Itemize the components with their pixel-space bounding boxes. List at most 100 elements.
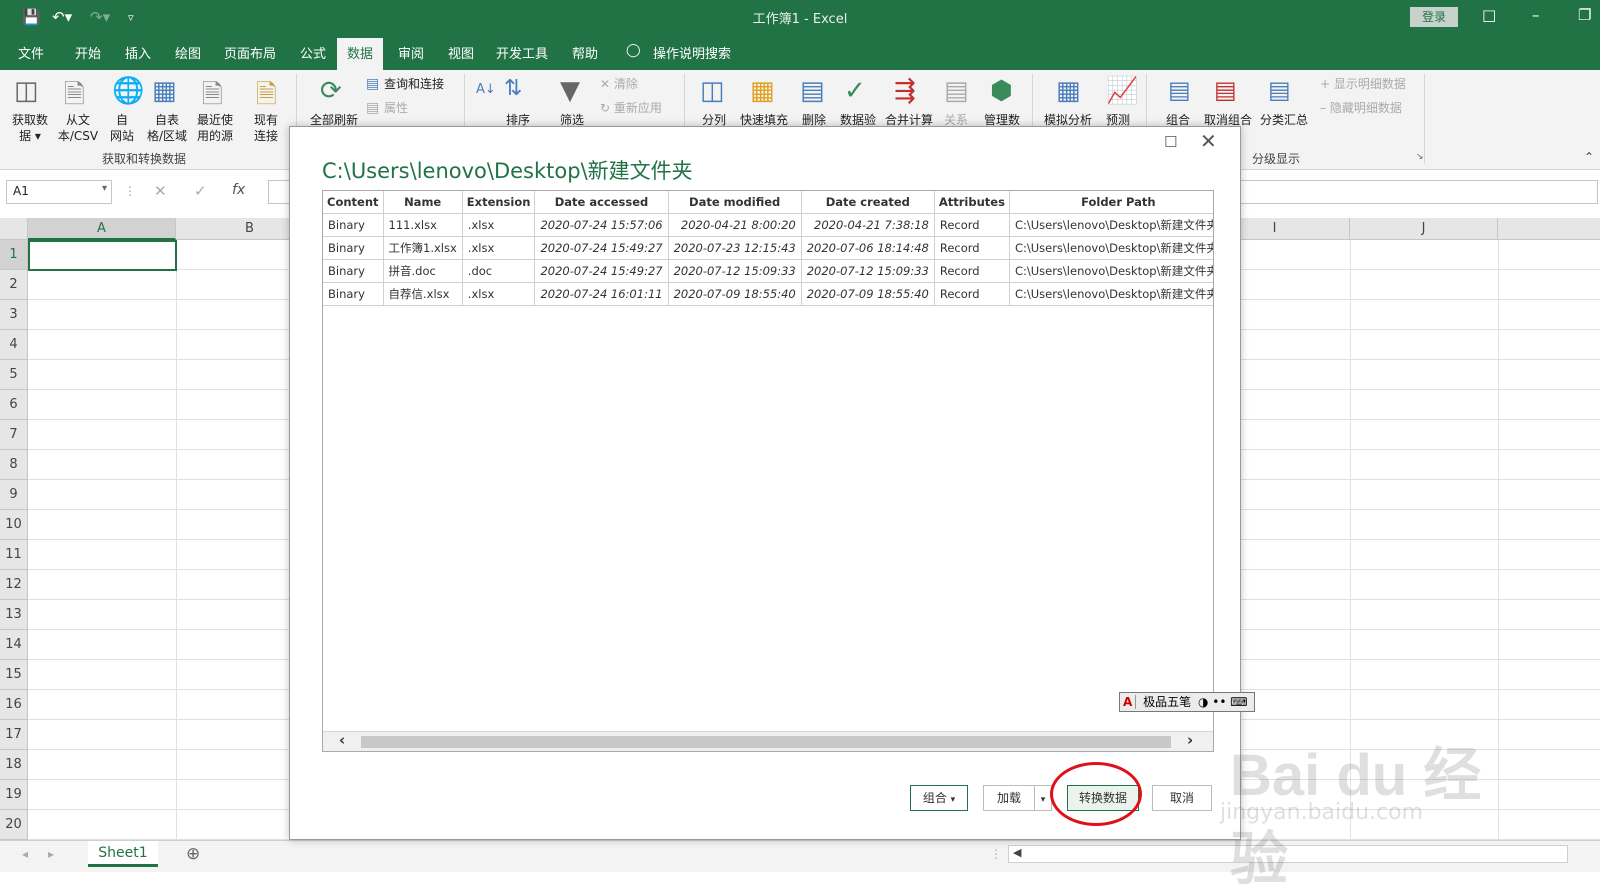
- scroll-left-icon[interactable]: ◀: [1013, 846, 1021, 859]
- tab-view[interactable]: 视图: [448, 43, 474, 62]
- prev-sheet-icon[interactable]: ◂: [22, 847, 28, 861]
- row-header[interactable]: 20: [0, 810, 28, 840]
- table-cell[interactable]: 2020-04-21 8:00:20: [668, 213, 802, 237]
- name-box[interactable]: A1 ▾: [6, 180, 112, 204]
- table-cell[interactable]: Record: [934, 282, 1010, 306]
- show-detail-button[interactable]: + 显示明细数据: [1320, 76, 1406, 92]
- column-header[interactable]: A: [28, 218, 176, 240]
- table-cell[interactable]: .xlsx: [462, 213, 536, 237]
- clear-filter-button[interactable]: ✕ 清除: [600, 76, 638, 92]
- dialog-launcher-icon[interactable]: ↘: [1416, 152, 1424, 162]
- row-header[interactable]: 15: [0, 660, 28, 690]
- table-cell[interactable]: 自荐信.xlsx: [383, 282, 463, 306]
- tab-draw[interactable]: 绘图: [175, 43, 201, 62]
- row-header[interactable]: 19: [0, 780, 28, 810]
- table-cell[interactable]: .xlsx: [462, 236, 536, 260]
- table-cell[interactable]: 2020-07-24 16:01:11: [534, 282, 669, 306]
- tab-data[interactable]: 数据: [337, 38, 384, 70]
- sort-az-icon[interactable]: A↓: [476, 82, 496, 97]
- column-header[interactable]: [1498, 218, 1600, 240]
- lightbulb-icon[interactable]: ◯: [626, 43, 641, 58]
- preview-table-container[interactable]: Content Name Extension Date accessed Dat…: [322, 190, 1214, 752]
- properties-button[interactable]: 属性: [384, 100, 408, 116]
- table-cell[interactable]: C:\Users\lenovo\Desktop\新建文件夹\: [1009, 213, 1213, 237]
- table-cell[interactable]: Binary: [323, 259, 384, 283]
- table-cell[interactable]: 2020-07-24 15:49:27: [534, 259, 669, 283]
- row-header[interactable]: 8: [0, 450, 28, 480]
- column-header[interactable]: J: [1350, 218, 1498, 240]
- ribbon-display-icon[interactable]: □: [1482, 6, 1496, 24]
- scroll-right-icon[interactable]: ›: [1187, 731, 1193, 749]
- table-cell[interactable]: C:\Users\lenovo\Desktop\新建文件夹\: [1009, 236, 1213, 260]
- selected-cell-a1[interactable]: [28, 240, 177, 271]
- table-cell[interactable]: Binary: [323, 282, 384, 306]
- row-header[interactable]: 13: [0, 600, 28, 630]
- scroll-thumb[interactable]: [361, 736, 1171, 748]
- close-icon[interactable]: ✕: [1200, 129, 1217, 153]
- row-header[interactable]: 14: [0, 630, 28, 660]
- sheet-tab-sheet1[interactable]: Sheet1: [88, 841, 158, 867]
- from-text-button[interactable]: 从文 本/CSV: [52, 112, 104, 144]
- tab-file[interactable]: 文件: [18, 43, 44, 62]
- recent-sources-button[interactable]: 最近使 用的源: [192, 112, 238, 144]
- table-cell[interactable]: Record: [934, 236, 1010, 260]
- table-cell[interactable]: 工作簿1.xlsx: [383, 236, 463, 260]
- table-cell[interactable]: C:\Users\lenovo\Desktop\新建文件夹\: [1009, 259, 1213, 283]
- ime-logo-icon[interactable]: A: [1120, 695, 1137, 709]
- table-cell[interactable]: 2020-07-24 15:49:27: [534, 236, 669, 260]
- collapse-ribbon-icon[interactable]: ⌃: [1584, 150, 1594, 164]
- table-row[interactable]: Binary 111.xlsx .xlsx 2020-07-24 15:57:06 20…: [323, 213, 1213, 237]
- reapply-button[interactable]: ↻ 重新应用: [600, 100, 662, 116]
- ime-name[interactable]: 极品五笔: [1140, 695, 1194, 709]
- table-cell[interactable]: 2020-07-06 18:14:48: [801, 236, 935, 260]
- table-cell[interactable]: 拼音.doc: [383, 259, 463, 283]
- table-cell[interactable]: 2020-07-09 18:55:40: [668, 282, 802, 306]
- row-header[interactable]: 5: [0, 360, 28, 390]
- table-row[interactable]: Binary 自荐信.xlsx .xlsx 2020-07-24 16:01:11 20…: [323, 282, 1213, 306]
- get-data-button[interactable]: 获取数 据 ▾: [8, 112, 52, 144]
- table-cell[interactable]: 111.xlsx: [383, 213, 463, 237]
- row-header[interactable]: 7: [0, 420, 28, 450]
- row-header[interactable]: 3: [0, 300, 28, 330]
- row-header[interactable]: 18: [0, 750, 28, 780]
- load-dropdown-button[interactable]: ▾: [1034, 785, 1052, 811]
- cancel-entry-icon[interactable]: ✕: [154, 182, 167, 200]
- table-cell[interactable]: 2020-07-12 15:09:33: [801, 259, 935, 283]
- tab-review[interactable]: 审阅: [398, 43, 424, 62]
- row-header[interactable]: 12: [0, 570, 28, 600]
- scroll-left-icon[interactable]: ‹: [339, 731, 345, 749]
- table-row[interactable]: Binary 拼音.doc .doc 2020-07-24 15:49:27 2020-…: [323, 259, 1213, 283]
- table-cell[interactable]: 2020-04-21 7:38:18: [801, 213, 935, 237]
- table-row[interactable]: Binary 工作簿1.xlsx .xlsx 2020-07-24 15:49:27 2…: [323, 236, 1213, 260]
- table-cell[interactable]: .xlsx: [462, 282, 536, 306]
- row-header[interactable]: 9: [0, 480, 28, 510]
- insert-function-icon[interactable]: fx: [232, 182, 245, 198]
- combine-button[interactable]: 组合 ▾: [910, 785, 968, 811]
- maximize-icon[interactable]: ☐: [1164, 133, 1177, 151]
- tab-home[interactable]: 开始: [75, 43, 101, 62]
- table-cell[interactable]: 2020-07-09 18:55:40: [801, 282, 935, 306]
- tab-insert[interactable]: 插入: [125, 43, 151, 62]
- tab-formulas[interactable]: 公式: [300, 43, 326, 62]
- minimize-icon[interactable]: –: [1532, 6, 1540, 24]
- row-header[interactable]: 17: [0, 720, 28, 750]
- enter-entry-icon[interactable]: ✓: [194, 182, 207, 200]
- table-cell[interactable]: 2020-07-12 15:09:33: [668, 259, 802, 283]
- tab-help[interactable]: 帮助: [572, 43, 598, 62]
- table-cell[interactable]: Binary: [323, 213, 384, 237]
- subtotal-button[interactable]: 分类汇总: [1256, 112, 1312, 128]
- load-button[interactable]: 加载: [983, 785, 1035, 811]
- table-horizontal-scrollbar[interactable]: ‹ ›: [323, 731, 1213, 751]
- tab-developer[interactable]: 开发工具: [496, 43, 548, 62]
- queries-connections-button[interactable]: 查询和连接: [384, 76, 444, 92]
- tab-page-layout[interactable]: 页面布局: [224, 43, 276, 62]
- row-header[interactable]: 1: [0, 240, 28, 270]
- row-header[interactable]: 2: [0, 270, 28, 300]
- table-cell[interactable]: Binary: [323, 236, 384, 260]
- table-cell[interactable]: Record: [934, 259, 1010, 283]
- existing-connections-button[interactable]: 现有 连接: [248, 112, 284, 144]
- half-width-icon[interactable]: ◑: [1198, 695, 1208, 709]
- row-header[interactable]: 6: [0, 390, 28, 420]
- next-sheet-icon[interactable]: ▸: [48, 847, 54, 861]
- hide-detail-button[interactable]: – 隐藏明细数据: [1320, 100, 1402, 116]
